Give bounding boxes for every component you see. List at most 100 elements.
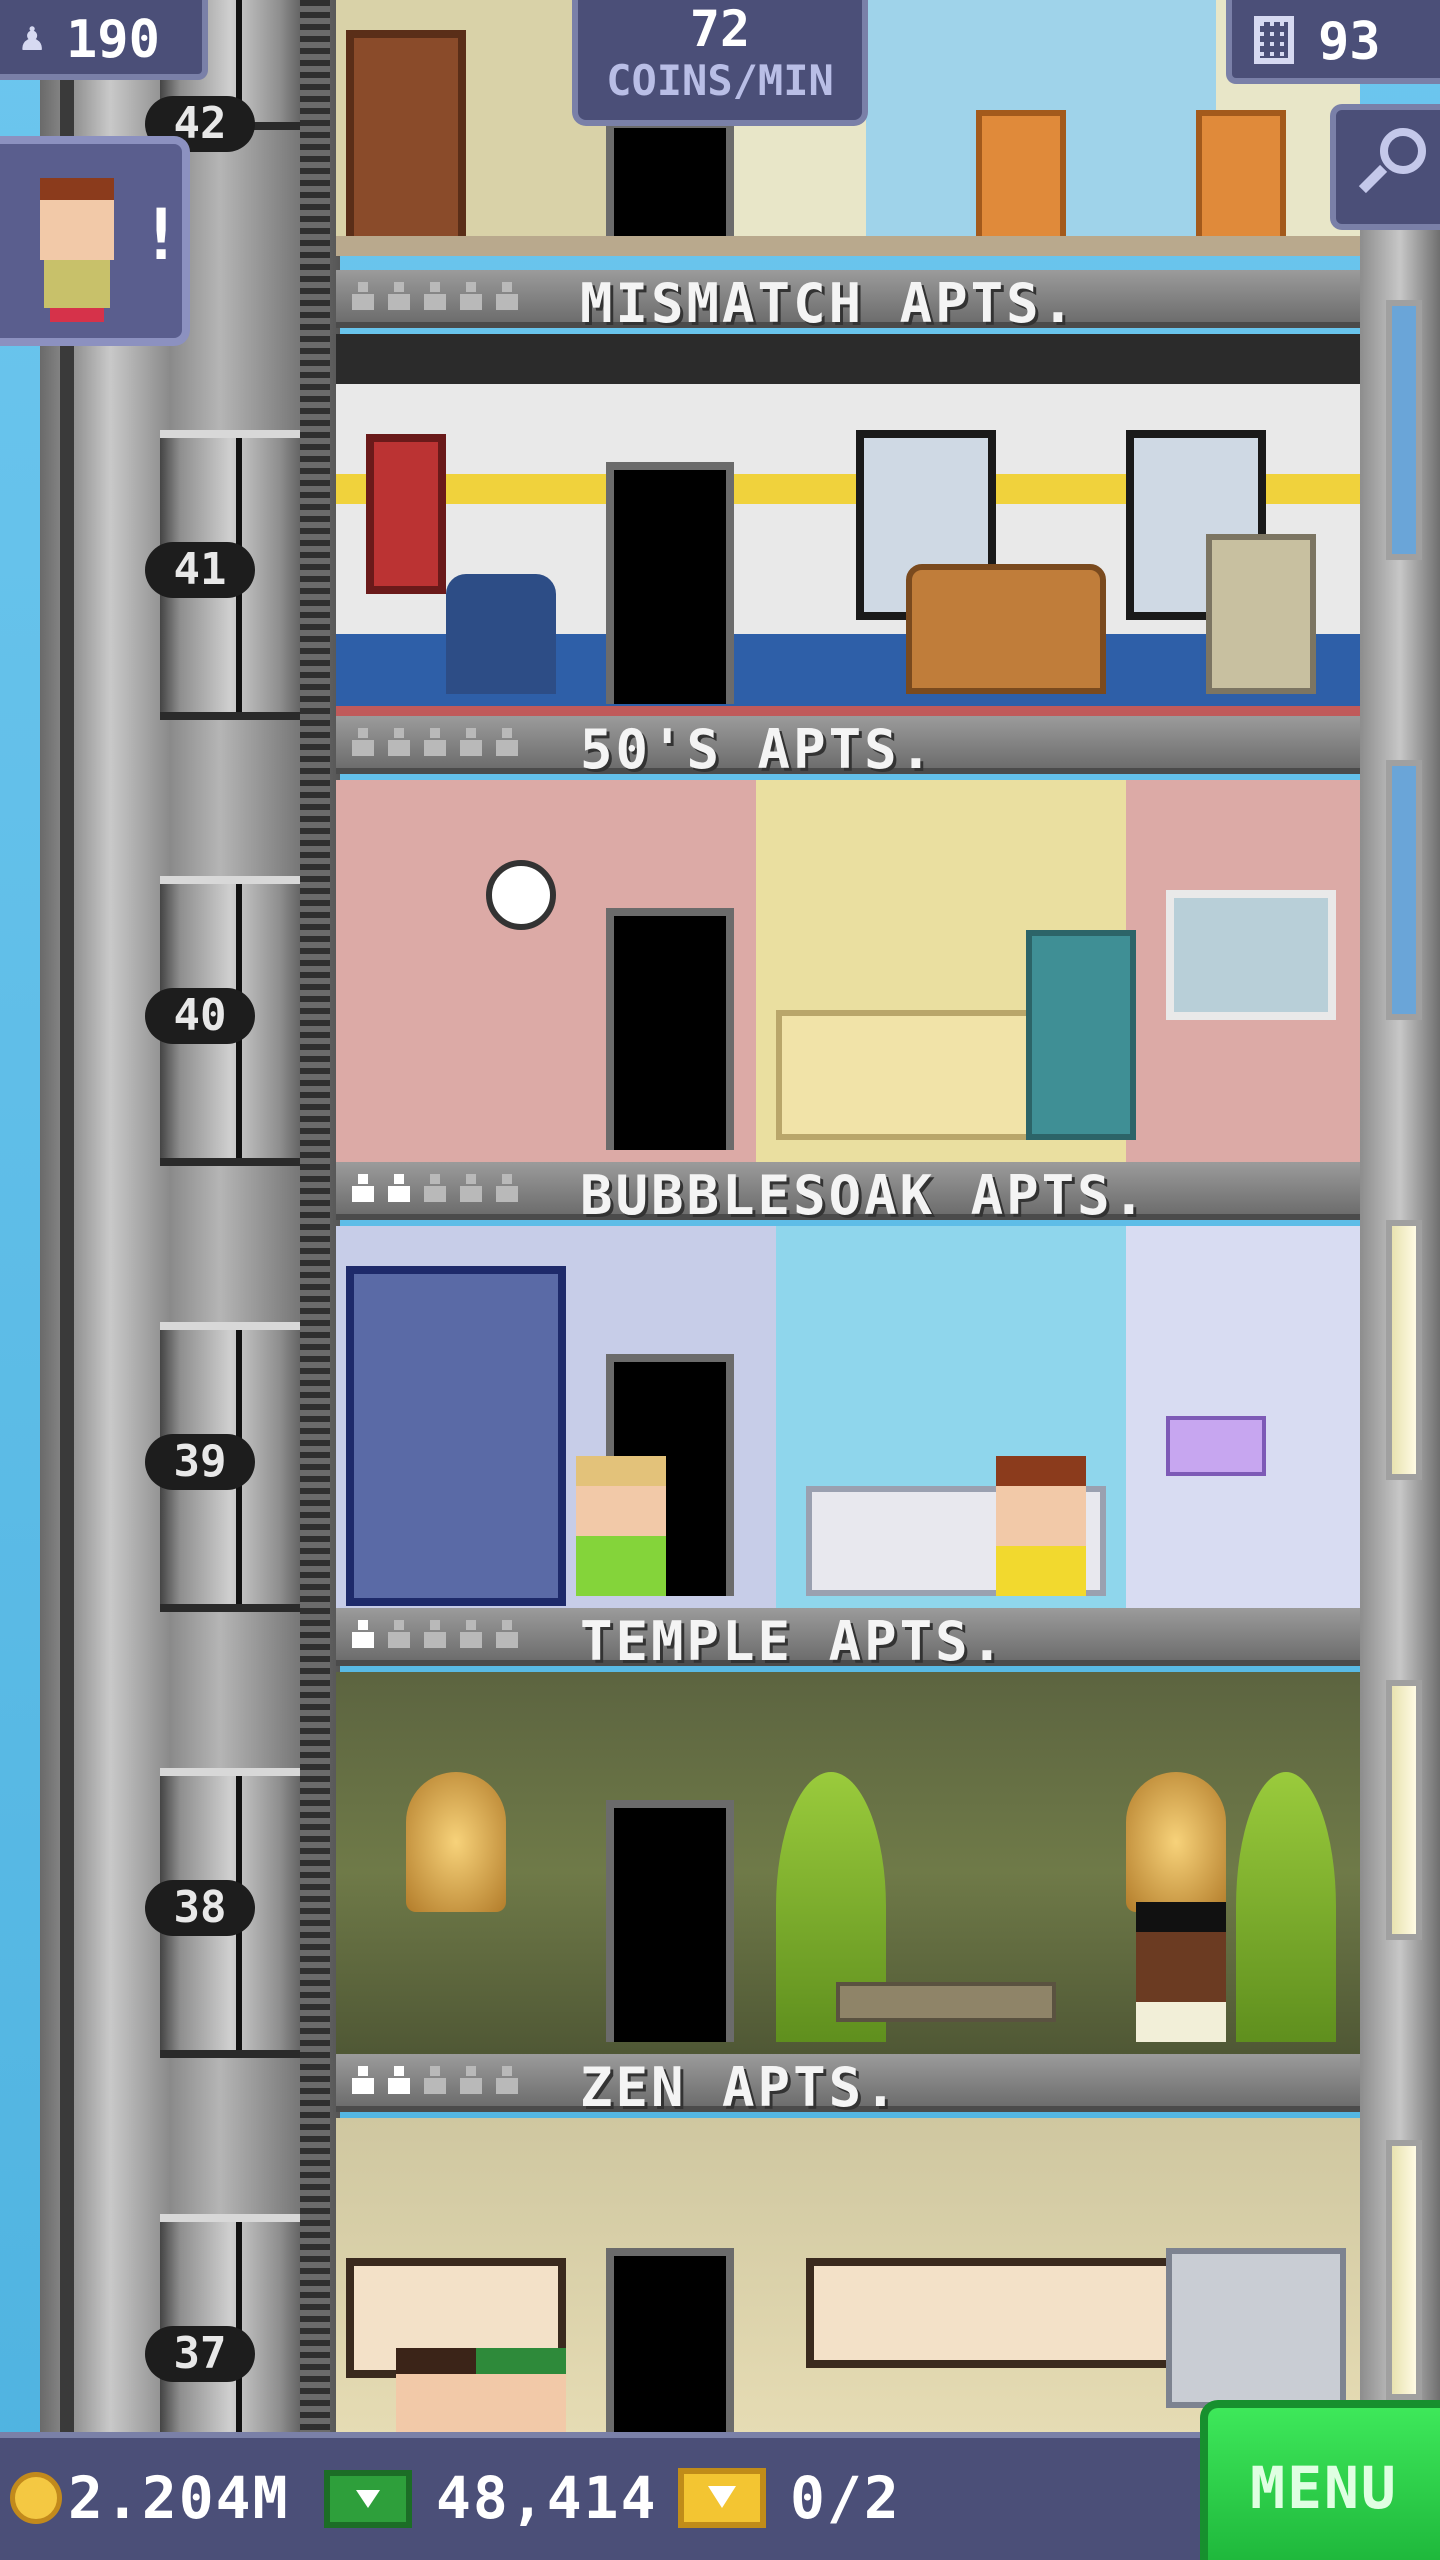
- person-icon: [494, 2066, 520, 2096]
- floor-number: 37: [145, 2326, 255, 2382]
- floor-name: TEMPLE APTS.: [580, 1610, 1007, 1673]
- tower-window: [1386, 760, 1422, 1020]
- avatar: [40, 178, 114, 260]
- floor-count-value: 93: [1318, 12, 1381, 72]
- building-icon: [1254, 16, 1294, 64]
- floor-label-bar: ZEN APTS.: [336, 2054, 1360, 2119]
- armchair: [976, 110, 1066, 250]
- person-icon: [386, 1174, 412, 1204]
- person-icon: [350, 1174, 376, 1204]
- potted-plant: [1236, 1772, 1336, 2042]
- person-icon: [422, 1174, 448, 1204]
- floor-count-panel[interactable]: 93: [1226, 0, 1440, 84]
- wall-clock: [486, 860, 556, 930]
- population-counter[interactable]: ♟ 190: [0, 0, 208, 80]
- resident-indicators: [350, 2066, 520, 2096]
- floor-label-bar: BUBBLESOAK APTS.: [336, 1162, 1360, 1227]
- floor-number: 40: [145, 988, 255, 1044]
- game-screen: 42 41 40 39 38 37 MISMATCH APTS. 50'S AP…: [0, 0, 1440, 2560]
- room-door: [606, 462, 734, 704]
- person-icon: [458, 1620, 484, 1650]
- cabinet: [1166, 2248, 1346, 2408]
- elevator-shaft[interactable]: [40, 0, 340, 2504]
- floor-name: BUBBLESOAK APTS.: [580, 1164, 1149, 1227]
- floor-name: 50'S APTS.: [580, 718, 936, 781]
- coins-per-min-panel[interactable]: 72 COINS/MIN: [572, 0, 868, 126]
- resident-character[interactable]: [396, 2348, 486, 2438]
- search-button[interactable]: [1330, 104, 1440, 230]
- window: [1166, 890, 1336, 1020]
- floor-number: 41: [145, 542, 255, 598]
- tower-window: [1386, 300, 1422, 560]
- lamp: [1166, 1416, 1266, 1476]
- tickets-value[interactable]: 0/2: [790, 2464, 901, 2532]
- room-zen[interactable]: [336, 2118, 1360, 2438]
- room-temple[interactable]: [336, 1672, 1360, 2062]
- floor-label-bar: 50'S APTS.: [336, 716, 1360, 781]
- resident-indicators: [350, 282, 520, 312]
- coin-icon: [10, 2472, 62, 2524]
- armchair: [1196, 110, 1286, 250]
- person-icon: [494, 1620, 520, 1650]
- room-50s[interactable]: [336, 780, 1360, 1170]
- person-icon: [350, 728, 376, 758]
- person-icon: [458, 728, 484, 758]
- avatar-legs: [50, 308, 104, 322]
- floor-number: 38: [145, 1880, 255, 1936]
- ticket-icon: [678, 2468, 766, 2528]
- bux-value[interactable]: 48,414: [436, 2464, 658, 2532]
- room-floor: [336, 236, 1360, 256]
- resident-character[interactable]: [996, 1456, 1086, 1596]
- person-icon: [422, 728, 448, 758]
- person-icon: [386, 2066, 412, 2096]
- coins-per-min-unit: COINS/MIN: [606, 56, 834, 105]
- shower: [346, 1266, 566, 1606]
- bench: [836, 1982, 1056, 2022]
- person-icon: [386, 1620, 412, 1650]
- floor-label-bar: TEMPLE APTS.: [336, 1608, 1360, 1673]
- person-icon: [494, 282, 520, 312]
- shaft-ladder: [300, 0, 330, 2440]
- magnifier-icon: [1380, 128, 1426, 174]
- resident-indicators: [350, 728, 520, 758]
- room-bubblesoak[interactable]: [336, 1226, 1360, 1616]
- tower-window: [1386, 1220, 1422, 1480]
- room-door: [606, 2248, 734, 2438]
- resident-character[interactable]: [1136, 1902, 1226, 2042]
- stone-idol: [1126, 1772, 1226, 1912]
- resident-indicators: [350, 1620, 520, 1650]
- tower-window: [1386, 2140, 1422, 2400]
- person-icon: [386, 282, 412, 312]
- person-icon: [458, 282, 484, 312]
- stone-idol: [406, 1772, 506, 1912]
- magnifier-handle: [1358, 164, 1388, 194]
- floor-label-bar: MISMATCH APTS.: [336, 270, 1360, 335]
- person-icon: ♟: [20, 14, 45, 60]
- person-icon: [350, 2066, 376, 2096]
- shaft-rail: [60, 0, 74, 2440]
- wall-painting: [366, 434, 446, 594]
- room-mismatch[interactable]: [336, 334, 1360, 724]
- resident-character[interactable]: [576, 1456, 666, 1596]
- person-icon: [422, 282, 448, 312]
- room-door: [606, 120, 734, 250]
- resident-character[interactable]: [476, 2348, 566, 2438]
- retro-computer: [1206, 534, 1316, 694]
- menu-button[interactable]: MENU: [1200, 2400, 1440, 2560]
- person-icon: [458, 2066, 484, 2096]
- sofa: [906, 564, 1106, 694]
- person-icon: [422, 2066, 448, 2096]
- room-door: [606, 908, 734, 1150]
- alert-icon: !: [140, 194, 183, 276]
- person-icon: [386, 728, 412, 758]
- population-value: 190: [66, 10, 160, 70]
- tower-window: [1386, 1680, 1422, 1940]
- person-icon: [350, 1620, 376, 1650]
- visitor-notification-button[interactable]: !: [0, 136, 190, 346]
- cash-icon: [324, 2470, 412, 2528]
- refrigerator: [1026, 930, 1136, 1140]
- floor-name: ZEN APTS.: [580, 2056, 900, 2119]
- coins-value[interactable]: 2.204M: [68, 2464, 290, 2532]
- room-door: [606, 1800, 734, 2042]
- floor-number: 39: [145, 1434, 255, 1490]
